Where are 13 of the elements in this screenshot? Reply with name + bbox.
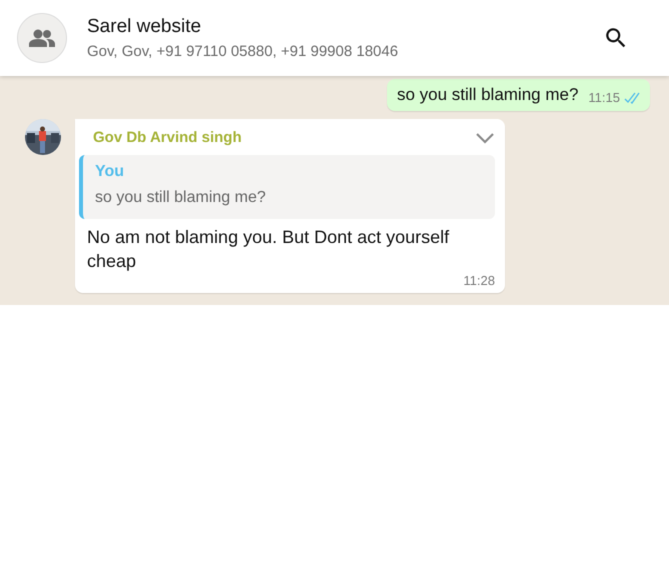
quote-author: You <box>95 163 126 181</box>
people-icon <box>29 29 55 47</box>
participants-list: Gov, Gov, +91 97110 05880, +91 99908 18046 <box>87 43 603 60</box>
message-time: 11:15 <box>588 90 620 105</box>
chevron-down-icon[interactable] <box>475 132 495 144</box>
chat-title: Sarel website <box>87 16 202 38</box>
quote-text: so you still blaming me? <box>95 189 267 207</box>
message-text: so you still blaming me? <box>397 85 578 105</box>
quoted-message[interactable]: You so you still blaming me? <box>79 155 495 219</box>
message-time: 11:28 <box>463 273 495 288</box>
message-text: No am not blaming you. But Dont act yourself cheap <box>86 226 450 273</box>
group-avatar[interactable] <box>17 13 67 63</box>
sender-name: Gov Db Arvind singh <box>93 129 242 146</box>
